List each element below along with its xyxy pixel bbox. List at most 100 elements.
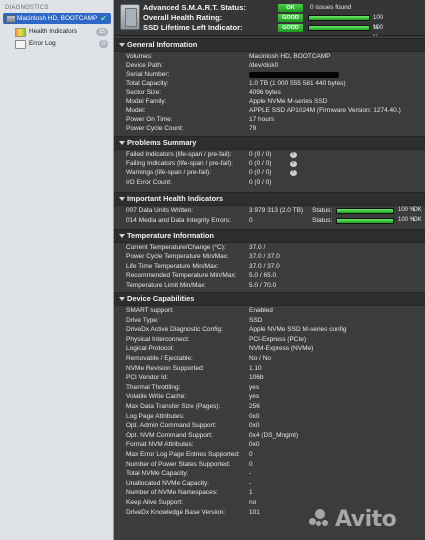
section-general-header[interactable]: General Information <box>114 38 425 52</box>
row-value: Macintosh HD, BOOTCAMP <box>249 53 331 60</box>
row-value: 0x0 <box>249 441 260 449</box>
section-title: Device Capabilities <box>127 294 195 303</box>
section-problems-header[interactable]: Problems Summary <box>114 136 425 150</box>
health-bar <box>308 15 370 21</box>
temperature-row: Temperature Limit Min/Max: 5.0 / 70.0 <box>126 281 421 290</box>
row-value: 256 <box>249 403 260 410</box>
general-row: Total Capacity: 1.0 TB (1 000 555 581 440… <box>126 79 421 88</box>
smart-status-label: Advanced S.M.A.R.T. Status: <box>143 3 246 12</box>
indicator-bar <box>336 217 394 224</box>
row-value: 1 <box>249 489 253 497</box>
row-label: Warnings (life-span / pre-fail): <box>126 169 212 177</box>
section-title: Problems Summary <box>127 138 197 147</box>
row-value: 106b <box>249 374 264 382</box>
row-label: Power Cycle Count: <box>126 125 184 132</box>
capabilities-row: Log Page Attributes: 0x0 <box>126 412 421 421</box>
row-value: 1.10 <box>249 364 262 372</box>
capabilities-row: Logical Protocol: NVM-Express (NVMe) <box>126 344 421 353</box>
details-content: General Information Volumes: Macintosh HD… <box>114 36 425 540</box>
count-badge: 15 <box>95 27 108 36</box>
info-arrow-icon[interactable] <box>290 168 297 177</box>
capabilities-row: Number of NVMe Namespaces: 1 <box>126 488 421 497</box>
overall-health-label: Overall Health Rating: <box>143 13 223 22</box>
row-label: Max Data Transfer Size (Pages): <box>126 403 221 410</box>
disclosure-triangle-icon <box>119 233 125 238</box>
capabilities-row: Physical Interconnect: PCI-Express (PCIe) <box>126 335 421 344</box>
sidebar-heading: DIAGNOSTICS <box>5 5 49 11</box>
general-row: Serial Number: <box>126 70 421 79</box>
temperature-row: Recommended Temperature Min/Max: 5.0 / 65… <box>126 271 421 280</box>
general-row: Device Path: /dev/disk0 <box>126 61 421 70</box>
row-value: PCI-Express (PCIe) <box>249 335 307 343</box>
row-label: Removable / Ejectable: <box>126 355 193 362</box>
capabilities-row: Max Error Log Page Entries Supported: 0 <box>126 450 421 459</box>
row-label: Volumes: <box>126 53 153 60</box>
capabilities-row: Opt. Admin Command Support: 0x0 <box>126 421 421 430</box>
problems-row: Warnings (life-span / pre-fail): 0 (0 / 0… <box>126 168 421 177</box>
row-value: 0x0 <box>249 422 260 430</box>
row-value: 101 <box>249 508 260 516</box>
row-label: Format NVM Attributes: <box>126 441 194 449</box>
capabilities-row: Number of Power States Supported: 0 <box>126 460 421 469</box>
row-value: 4096 bytes <box>249 89 281 96</box>
section-important-header[interactable]: Important Health Indicators <box>114 192 425 206</box>
disclosure-triangle-icon <box>119 296 125 301</box>
row-label: Power On Time: <box>126 116 173 123</box>
row-label: DriveDx Knowledge Base Version: <box>126 508 225 516</box>
important-row: 014 Media and Data Integrity Errors: 0 Sta… <box>126 216 422 225</box>
row-value: 37.0 / 37.0 <box>249 262 280 270</box>
capabilities-row: Thermal Throttling: yes <box>126 383 421 392</box>
row-value: 0x0 <box>249 412 260 420</box>
row-value: 1.0 TB (1 000 555 581 440 bytes) <box>249 80 346 87</box>
indicator-bar <box>336 208 394 214</box>
section-capabilities-header[interactable]: Device Capabilities <box>114 292 425 306</box>
sidebar-item-error-log[interactable]: Error Log 0 <box>15 38 111 49</box>
row-value: Enabled <box>249 307 273 314</box>
info-arrow-icon[interactable] <box>290 159 297 168</box>
important-row: 007 Data Units Written: 3 979 313 (2.0 TB… <box>126 206 422 215</box>
status-header: Advanced S.M.A.R.T. Status: OK 0 issues … <box>114 0 425 41</box>
problems-row: Failed Indicators (life-span / pre-fail)… <box>126 150 421 159</box>
row-label: Total NVMe Capacity: <box>126 470 189 478</box>
status-pill: GOOD <box>278 24 303 32</box>
checkmark-icon: ✔ <box>100 14 107 23</box>
row-value: - <box>249 470 252 478</box>
row-value: 79 <box>249 125 257 132</box>
disclosure-triangle-icon <box>119 196 125 201</box>
sidebar-item-health-indicators[interactable]: Health Indicators 15 <box>15 26 111 37</box>
row-label: Model: <box>126 107 146 114</box>
section-title: Temperature Information <box>127 231 214 240</box>
sidebar-item-label: Health Indicators <box>29 28 77 35</box>
general-row: Model Family: Apple NVMe M-series SSD <box>126 97 421 106</box>
avito-watermark: Avito <box>307 506 419 532</box>
sidebar-item-drive[interactable]: Macintosh HD, BOOTCAMP ✔ <box>3 13 111 24</box>
row-label: Opt. Admin Command Support: <box>126 422 217 430</box>
row-label: Log Page Attributes: <box>126 412 185 420</box>
main-panel: Advanced S.M.A.R.T. Status: OK 0 issues … <box>114 0 425 540</box>
info-arrow-icon[interactable] <box>290 150 297 159</box>
row-value: 3 979 313 (2.0 TB) <box>249 207 304 214</box>
row-label: Max Error Log Page Entries Supported: <box>126 451 240 458</box>
row-value: - <box>249 479 252 487</box>
problems-row: I/O Error Count: 0 (0 / 0) <box>126 178 421 187</box>
row-value: Apple NVMe M-series SSD <box>249 98 328 105</box>
temperature-row: Life Time Temperature Min/Max: 37.0 / 37.… <box>126 262 421 271</box>
problems-row: Failing Indicators (life-span / pre-fail… <box>126 159 421 168</box>
count-badge: 0 <box>98 39 108 48</box>
general-row: Power Cycle Count: 79 <box>126 124 421 133</box>
sidebar-item-label: Error Log <box>29 40 56 47</box>
row-label: Current Temperature/Change (°C): <box>126 244 226 251</box>
row-label: Sector Size: <box>126 89 162 96</box>
avito-watermark-text: Avito <box>335 507 397 532</box>
row-label: Model Family: <box>126 98 167 105</box>
row-label: Keep Alive Support: <box>126 499 184 506</box>
lifetime-left-label: SSD Lifetime Left Indicator: <box>143 23 243 32</box>
row-value: 0x4 (DS_Mngmt) <box>249 431 299 439</box>
row-value: no <box>249 499 257 506</box>
row-label: Power Cycle Temperature Min/Max: <box>126 253 229 261</box>
capabilities-row: NVMe Revision Supported: 1.10 <box>126 364 421 373</box>
row-label: Failed Indicators (life-span / pre-fail)… <box>126 151 232 158</box>
section-title: Important Health Indicators <box>127 194 224 203</box>
drive-icon <box>6 15 16 23</box>
section-temperature-header[interactable]: Temperature Information <box>114 229 425 243</box>
